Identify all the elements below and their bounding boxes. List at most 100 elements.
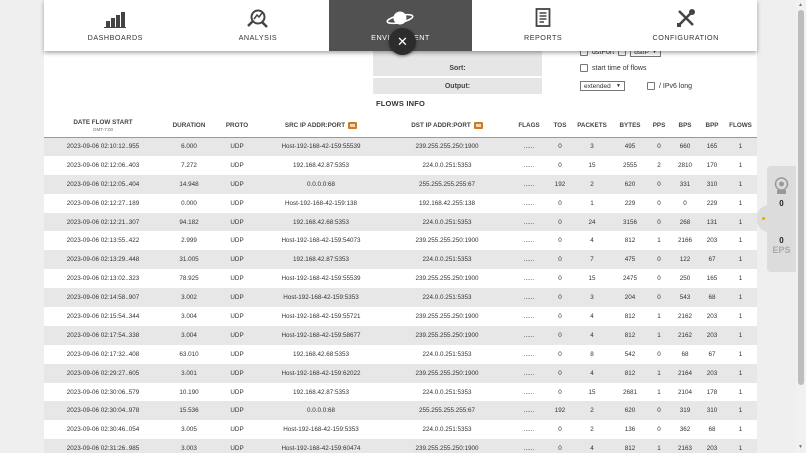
side-stats-widget[interactable]: 0 0 EPS <box>767 166 796 272</box>
app-window: dstPort dstIP ▼ Sort: start time of flows… <box>0 0 806 453</box>
cell-src[interactable]: 0.0.0.0:68 <box>258 174 384 194</box>
cell-pps: 0 <box>648 288 670 308</box>
nav-configuration[interactable]: CONFIGURATION <box>614 0 757 51</box>
scrollbar-thumb[interactable] <box>798 10 804 385</box>
cell-bps: 122 <box>670 250 700 270</box>
cell-bps: 2104 <box>670 382 700 402</box>
cell-date: 2023-09-06 02:30:06..579 <box>44 382 162 402</box>
cell-duration: 7.272 <box>162 155 216 175</box>
cell-tos: 0 <box>548 344 572 364</box>
table-row[interactable]: 2023-09-06 02:12:21..307 94.182 UDP 192.168… <box>44 212 757 232</box>
cell-bps: 2162 <box>670 325 700 345</box>
col-packets-header[interactable]: PACKETS <box>572 114 612 138</box>
table-row[interactable]: 2023-09-06 02:30:46..054 3.005 UDP Host-192… <box>44 420 757 440</box>
nav-analysis[interactable]: ANALYSIS <box>187 0 330 51</box>
cell-dst[interactable]: 224.0.0.251:5353 <box>384 382 510 402</box>
sort-start-time-checkbox[interactable] <box>580 64 588 72</box>
cell-src[interactable]: Host-192-168-42-159:55539 <box>258 137 384 156</box>
cell-src[interactable]: Host-192-168-42-159:55721 <box>258 307 384 326</box>
cell-proto: UDP <box>216 212 258 232</box>
cell-src[interactable]: Host-192-168-42-159:5353 <box>258 420 384 440</box>
table-row[interactable]: 2023-09-06 02:17:32..408 63.010 UDP 192.168… <box>44 344 757 364</box>
table-row[interactable]: 2023-09-06 02:13:55..422 2.999 UDP Host-192… <box>44 231 757 251</box>
col-date-header[interactable]: DATE FLOW START GMT-7:00 <box>44 114 162 138</box>
vertical-scrollbar[interactable]: ▲ ▼ <box>796 0 806 453</box>
col-duration-header[interactable]: DURATION <box>162 114 216 138</box>
cell-src[interactable]: Host-192-168-42-159:55539 <box>258 269 384 289</box>
col-flows-header[interactable]: FLOWS <box>724 114 757 138</box>
table-row[interactable]: 2023-09-06 02:13:29..448 31.005 UDP 192.168… <box>44 250 757 270</box>
output-format-select[interactable]: extended ▼ <box>580 81 625 91</box>
table-row[interactable]: 2023-09-06 02:12:27..189 0.000 UDP Host-192… <box>44 193 757 213</box>
cell-flows: 1 <box>724 137 757 156</box>
table-row[interactable]: 2023-09-06 02:15:54..344 3.004 UDP Host-192… <box>44 307 757 326</box>
cell-src[interactable]: 192.168.42.87:5353 <box>258 250 384 270</box>
cell-dst[interactable]: 224.0.0.251:5353 <box>384 344 510 364</box>
cell-pps: 0 <box>648 344 670 364</box>
table-row[interactable]: 2023-09-06 02:12:05..404 14.948 UDP 0.0.0.0… <box>44 174 757 194</box>
cell-src[interactable]: 192.168.42.87:5353 <box>258 155 384 175</box>
cell-bps: 250 <box>670 269 700 289</box>
cell-dst[interactable]: 239.255.255.250:1900 <box>384 325 510 345</box>
cell-bpp: 165 <box>700 137 724 156</box>
cell-dst[interactable]: 239.255.255.250:1900 <box>384 307 510 326</box>
cell-bytes: 620 <box>612 401 648 421</box>
cell-src[interactable]: Host-192-168-42-159:58677 <box>258 325 384 345</box>
cell-dst[interactable]: 224.0.0.251:5353 <box>384 288 510 308</box>
cell-src[interactable]: Host-192-168-42-159:5353 <box>258 288 384 308</box>
col-bytes-header[interactable]: BYTES <box>612 114 648 138</box>
bar-chart-icon <box>104 12 127 28</box>
host-icon[interactable] <box>473 121 483 129</box>
table-row[interactable]: 2023-09-06 02:30:06..579 10.190 UDP 192.168… <box>44 382 757 402</box>
cell-dst[interactable]: 224.0.0.251:5353 <box>384 212 510 232</box>
cell-flags: ...... <box>510 212 548 232</box>
cell-dst[interactable]: 239.255.255.250:1900 <box>384 269 510 289</box>
cell-src[interactable]: 0.0.0.0:68 <box>258 401 384 421</box>
cell-dst[interactable]: 239.255.255.250:1900 <box>384 439 510 453</box>
cell-dst[interactable]: 224.0.0.251:5353 <box>384 420 510 440</box>
cell-bytes: 2475 <box>612 269 648 289</box>
cell-proto: UDP <box>216 401 258 421</box>
cell-proto: UDP <box>216 382 258 402</box>
scroll-down-arrow-icon[interactable]: ▼ <box>798 444 803 450</box>
col-flags-header[interactable]: FLAGS <box>510 114 548 138</box>
table-row[interactable]: 2023-09-06 02:29:27..605 3.001 UDP Host-192… <box>44 363 757 383</box>
cell-src[interactable]: 192.168.42.68:5353 <box>258 344 384 364</box>
cell-duration: 3.004 <box>162 307 216 326</box>
nav-reports[interactable]: REPORTS <box>472 0 615 51</box>
col-proto-header[interactable]: PROTO <box>216 114 258 138</box>
cell-src[interactable]: Host-192-168-42-159:62022 <box>258 363 384 383</box>
cell-dst[interactable]: 224.0.0.251:5353 <box>384 250 510 270</box>
col-dst-header[interactable]: DST IP ADDR:PORT <box>384 114 510 138</box>
table-row[interactable]: 2023-09-06 02:17:54..338 3.004 UDP Host-192… <box>44 325 757 345</box>
table-row[interactable]: 2023-09-06 02:13:02..323 78.925 UDP Host-19… <box>44 269 757 289</box>
table-row[interactable]: 2023-09-06 02:10:12..955 6.000 UDP Host-192… <box>44 137 757 156</box>
scroll-up-arrow-icon[interactable]: ▲ <box>798 2 803 8</box>
close-menu-button[interactable]: ✕ <box>389 28 416 55</box>
cell-src[interactable]: 192.168.42.68:5353 <box>258 212 384 232</box>
cell-dst[interactable]: 239.255.255.250:1900 <box>384 231 510 251</box>
cell-src[interactable]: Host-192-168-42-159:54073 <box>258 231 384 251</box>
nav-dashboards[interactable]: DASHBOARDS <box>44 0 187 51</box>
col-tos-header[interactable]: TOS <box>548 114 572 138</box>
table-row[interactable]: 2023-09-06 02:30:04..978 15.536 UDP 0.0.0.0… <box>44 401 757 421</box>
cell-dst[interactable]: 239.255.255.250:1900 <box>384 363 510 383</box>
table-row[interactable]: 2023-09-06 02:12:06..403 7.272 UDP 192.168.… <box>44 155 757 175</box>
cell-dst[interactable]: 224.0.0.251:5353 <box>384 155 510 175</box>
col-bps-header[interactable]: BPS <box>670 114 700 138</box>
col-src-header[interactable]: SRC IP ADDR:PORT <box>258 114 384 138</box>
table-row[interactable]: 2023-09-06 02:31:26..985 3.003 UDP Host-192… <box>44 439 757 453</box>
cell-dst[interactable]: 239.255.255.250:1900 <box>384 137 510 156</box>
cell-dst[interactable]: 192.168.42.255:138 <box>384 193 510 213</box>
col-bpp-header[interactable]: BPP <box>700 114 724 138</box>
ipv6-long-checkbox[interactable] <box>647 82 655 90</box>
cell-src[interactable]: Host-192-168-42-159:138 <box>258 193 384 213</box>
cell-src[interactable]: 192.168.42.87:5353 <box>258 382 384 402</box>
host-icon[interactable] <box>348 121 358 129</box>
col-pps-header[interactable]: PPS <box>648 114 670 138</box>
table-row[interactable]: 2023-09-06 02:14:58..907 3.002 UDP Host-192… <box>44 288 757 308</box>
cell-dst[interactable]: 255.255.255.255:67 <box>384 174 510 194</box>
cell-bpp: 203 <box>700 363 724 383</box>
cell-dst[interactable]: 255.255.255.255:67 <box>384 401 510 421</box>
cell-src[interactable]: Host-192-168-42-159:60474 <box>258 439 384 453</box>
